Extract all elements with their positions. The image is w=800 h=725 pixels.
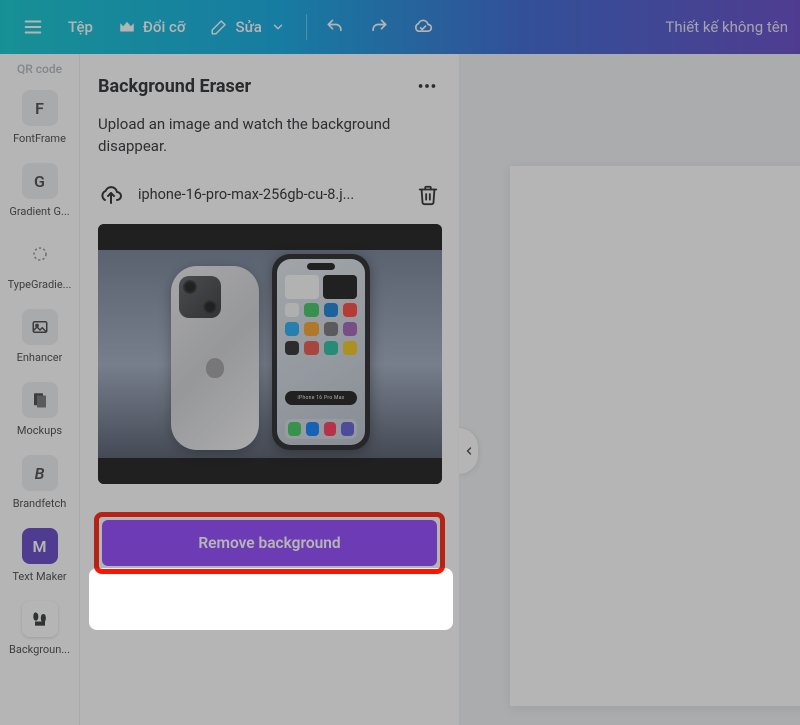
dots-horizontal-icon — [416, 75, 438, 97]
preview-phone-front: iPhone 16 Pro Max — [272, 254, 370, 450]
preview-product-label: iPhone 16 Pro Max — [297, 395, 344, 401]
rail-item-enhancer[interactable]: Enhancer — [4, 299, 76, 368]
rail-label: Mockups — [17, 424, 62, 437]
rail-label: Gradient G... — [9, 205, 69, 218]
typegradient-icon — [22, 236, 58, 272]
background-eraser-icon — [22, 601, 58, 637]
crown-icon — [117, 17, 137, 37]
panel-description: Upload an image and watch the background… — [98, 114, 441, 158]
undo-button[interactable] — [313, 7, 357, 47]
pencil-icon — [209, 17, 229, 37]
panel-title: Background Eraser — [98, 76, 251, 97]
rail-item-background-eraser[interactable]: Backgroun... — [4, 591, 76, 660]
rail-heading: QR code — [17, 62, 62, 76]
rail-item-textmaker[interactable]: M Text Maker — [4, 518, 76, 587]
rail-label: Backgroun... — [9, 643, 70, 656]
file-menu[interactable]: Tệp — [56, 7, 105, 47]
rail-label: Enhancer — [17, 351, 63, 364]
trash-icon — [417, 184, 439, 206]
textmaker-icon: M — [22, 528, 58, 564]
hamburger-icon — [22, 16, 44, 38]
rail-label: Text Maker — [12, 570, 66, 583]
rail-label: TypeGradie... — [8, 278, 72, 291]
edit-menu-label: Sửa — [235, 18, 261, 36]
image-preview: iPhone 16 Pro Max — [98, 224, 442, 484]
workspace: QR code F FontFrame G Gradient G... Type… — [0, 54, 800, 725]
collapse-panel-handle[interactable] — [459, 427, 479, 475]
canvas-page[interactable] — [510, 166, 800, 706]
chevron-left-icon — [463, 445, 475, 457]
delete-file-button[interactable] — [415, 182, 441, 208]
cloud-upload-icon — [99, 183, 123, 207]
cloud-sync-button[interactable] — [401, 7, 445, 47]
resize-menu[interactable]: Đổi cỡ — [105, 7, 198, 47]
brandfetch-icon: B — [22, 455, 58, 491]
design-title[interactable]: Thiết kế không tên — [665, 18, 790, 36]
rail-item-brandfetch[interactable]: B Brandfetch — [4, 445, 76, 514]
side-rail: QR code F FontFrame G Gradient G... Type… — [0, 54, 80, 725]
menu-button[interactable] — [10, 7, 56, 47]
uploaded-file-name: iphone-16-pro-max-256gb-cu-8.j... — [138, 186, 401, 203]
file-menu-label: Tệp — [68, 18, 93, 36]
remove-button-highlight: Remove background — [94, 512, 445, 574]
remove-background-button[interactable]: Remove background — [102, 520, 437, 566]
panel-more-button[interactable] — [413, 72, 441, 100]
undo-icon — [325, 17, 345, 37]
preview-phone-back — [171, 266, 259, 450]
enhancer-icon — [22, 309, 58, 345]
gradient-icon: G — [22, 163, 58, 199]
mockups-icon — [22, 382, 58, 418]
rail-item-typegradient[interactable]: TypeGradie... — [4, 226, 76, 295]
background-eraser-panel: Background Eraser Upload an image and wa… — [80, 54, 460, 725]
redo-button[interactable] — [357, 7, 401, 47]
rail-item-mockups[interactable]: Mockups — [4, 372, 76, 441]
rail-item-fontframe[interactable]: F FontFrame — [4, 80, 76, 149]
rail-item-gradient[interactable]: G Gradient G... — [4, 153, 76, 222]
rail-label: FontFrame — [13, 132, 66, 145]
resize-menu-label: Đổi cỡ — [143, 18, 186, 36]
cloud-check-icon — [413, 17, 433, 37]
header-separator — [306, 14, 307, 40]
edit-menu[interactable]: Sửa — [197, 7, 299, 47]
remove-background-button-label: Remove background — [198, 534, 340, 552]
app-header: Tệp Đổi cỡ Sửa Thiết kế không tên — [0, 0, 800, 54]
canvas-area[interactable] — [460, 54, 800, 725]
chevron-down-icon — [268, 17, 288, 37]
redo-icon — [369, 17, 389, 37]
fontframe-icon: F — [22, 90, 58, 126]
rail-label: Brandfetch — [13, 497, 67, 510]
uploaded-file-row: iphone-16-pro-max-256gb-cu-8.j... — [98, 182, 441, 208]
upload-button[interactable] — [98, 182, 124, 208]
